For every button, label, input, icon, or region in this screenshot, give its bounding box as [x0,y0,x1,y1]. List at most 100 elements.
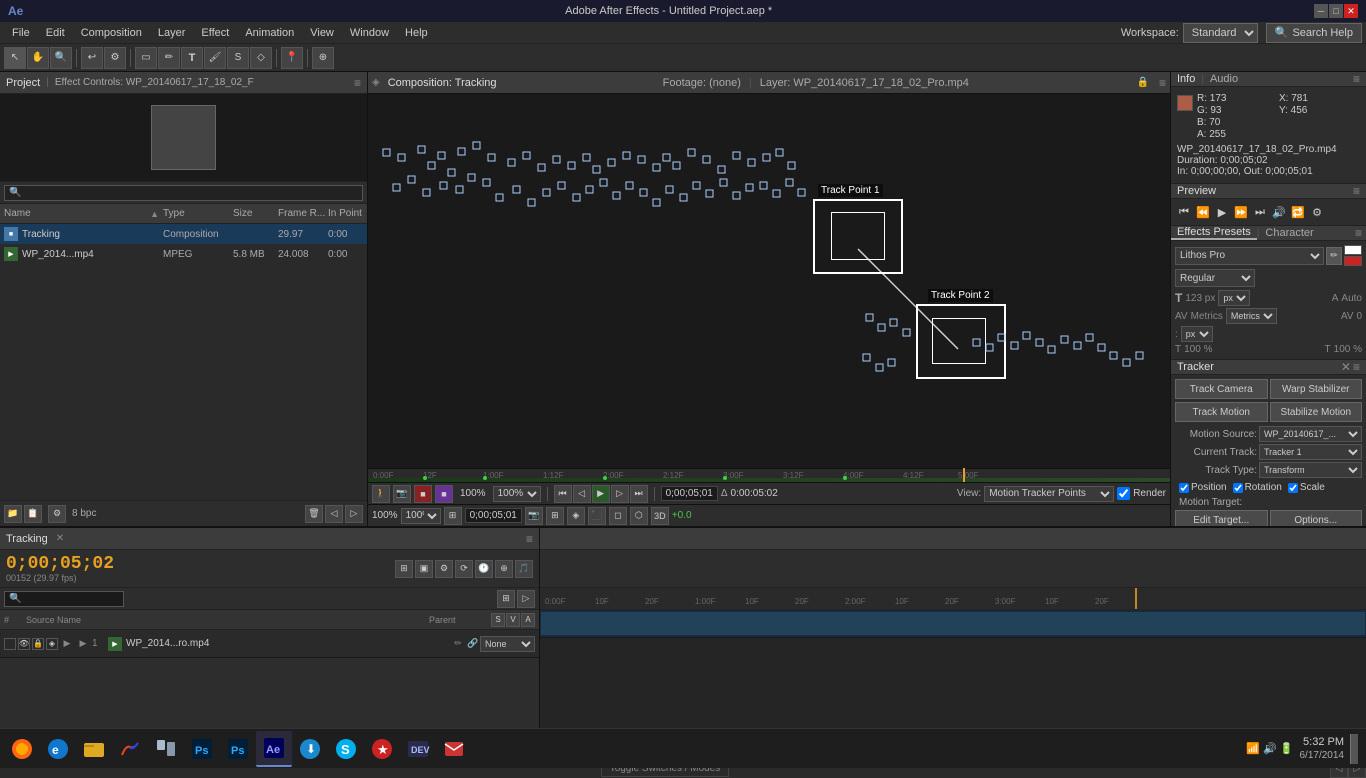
close-timeline-tab[interactable]: ✕ [56,533,64,544]
size-unit-select[interactable]: px [1218,290,1250,306]
menu-effect[interactable]: Effect [193,25,237,41]
taskbar-skype[interactable]: S [328,731,364,767]
step-fwd-btn[interactable]: ▷ [611,485,629,503]
stabilize-motion-btn[interactable]: Stabilize Motion [1270,402,1363,422]
project-tab[interactable]: Project [6,77,40,89]
taskbar-mail[interactable] [436,731,472,767]
tl-search-btn2[interactable]: ▷ [517,590,535,608]
render-checkbox[interactable] [1117,487,1130,500]
menu-animation[interactable]: Animation [237,25,302,41]
channel-btn[interactable]: ◈ [567,507,585,525]
3d-btn[interactable]: 3D [651,507,669,525]
tool-text[interactable]: T [181,47,203,69]
scale-checkbox[interactable] [1288,483,1298,493]
prev-step-back[interactable]: ⏪ [1194,203,1212,221]
effect-controls-tab[interactable]: Effect Controls: WP_20140617_17_18_02_F [55,77,254,88]
effects-menu[interactable]: ≡ [1355,226,1362,240]
bg-color-swatch[interactable] [1344,256,1362,266]
layer-solo[interactable] [4,638,16,650]
show-desktop-btn[interactable] [1350,734,1358,764]
tool-camera[interactable]: ⚙ [104,47,126,69]
frame-size-icon[interactable]: ⊞ [444,507,462,525]
track-type-select[interactable]: Transform [1259,462,1362,478]
timeline-menu[interactable]: ≡ [526,532,533,546]
tl-search-btn1[interactable]: ⊞ [497,590,515,608]
project-search-input[interactable] [4,185,363,201]
tool-extra[interactable]: ⊕ [312,47,334,69]
play-btn[interactable]: ▶ [592,485,610,503]
tracker-title[interactable]: Tracker [1177,361,1214,373]
close-btn[interactable]: ✕ [1344,4,1358,18]
snapshot-btn[interactable]: 📷 [393,485,411,503]
comp-zoom-select[interactable]: 100% [493,486,541,502]
current-time[interactable]: 0;00;05;01 [661,486,718,501]
tool-clone[interactable]: S [227,47,249,69]
prev-settings[interactable]: ⚙ [1308,203,1326,221]
prev-loop[interactable]: 🔁 [1289,203,1307,221]
taskbar-matlab[interactable] [112,731,148,767]
taskbar-ae[interactable]: Ae [256,731,292,767]
go-start-btn[interactable]: ⏮ [554,485,572,503]
info-menu[interactable]: ≡ [1353,72,1360,86]
opacity-btn[interactable]: ◻ [609,507,627,525]
current-track-select[interactable]: Tracker 1 [1259,444,1362,460]
menu-file[interactable]: File [4,25,38,41]
file-row-video[interactable]: ▶ WP_2014...mp4 MPEG 5.8 MB 24.008 0:00 [0,244,367,264]
comp-timecode2[interactable]: 0;00;05;01 [465,508,522,523]
tool-pin[interactable]: 📍 [281,47,303,69]
lock-icon[interactable]: 🔒 [1135,75,1151,91]
layer-shy[interactable]: ◈ [46,638,58,650]
prev-audio[interactable]: 🔊 [1270,203,1288,221]
comp-zoom-select2[interactable]: 100% [401,508,441,524]
tl-tool5[interactable]: 🕐 [475,560,493,578]
position-checkbox[interactable] [1179,483,1189,493]
comp-menu-icon[interactable]: ≡ [1159,76,1166,90]
grid-btn[interactable]: ⊞ [546,507,564,525]
layer-eye[interactable]: 👁 [18,638,30,650]
options-btn[interactable]: Options... [1270,510,1363,526]
edit-target-btn[interactable]: Edit Target... [1175,510,1268,526]
col-shy[interactable]: S [491,613,505,627]
menu-view[interactable]: View [302,25,342,41]
tool-zoom[interactable]: 🔍 [50,47,72,69]
layer-row-1[interactable]: 👁 🔒 ◈ ▶ ▶ 1 ▶ WP_2014...ro.mp4 ✏ 🔗 None [0,630,539,658]
layer-edit-btn[interactable]: ✏ [451,637,465,651]
info-tab[interactable]: Info [1177,73,1195,85]
font-style-select[interactable]: Regular [1175,269,1255,287]
col-audio[interactable]: A [521,613,535,627]
font-select[interactable]: Lithos Pro [1175,247,1324,265]
maximize-btn[interactable]: □ [1329,4,1343,18]
clock-display[interactable]: 5:32 PM 6/17/2014 [1300,735,1345,762]
taskbar-misc[interactable]: ★ [364,731,400,767]
exposure-btn[interactable]: ⬡ [630,507,648,525]
comp-tab[interactable]: Composition: Tracking [388,77,497,89]
new-comp-btn[interactable]: 📋 [24,505,42,523]
timecode-display[interactable]: 0;00;05;02 00152 (29.97 fps) [6,555,114,583]
menu-composition[interactable]: Composition [73,25,150,41]
tool-brush[interactable]: 🖌 [204,47,226,69]
comp-color-btn[interactable]: ■ [435,485,453,503]
tool-hand[interactable]: ✋ [27,47,49,69]
menu-help[interactable]: Help [397,25,436,41]
effects-presets-tab[interactable]: Effects Presets [1171,226,1257,240]
nav-right[interactable]: ▷ [345,505,363,523]
walk-tool[interactable]: 🚶 [372,485,390,503]
footage-tab[interactable]: Footage: (none) [663,77,741,89]
prev-play[interactable]: ▶ [1213,203,1231,221]
file-row-tracking[interactable]: ■ Tracking Composition 29.97 0:00 [0,224,367,244]
taskbar-dev[interactable]: DEV [400,731,436,767]
px-select[interactable]: px [1181,326,1213,342]
tracker-menu2[interactable]: ≡ [1353,360,1360,374]
font-picker-btn[interactable]: ✏ [1326,247,1342,265]
view-mode-select[interactable]: Motion Tracker Points [984,486,1114,502]
comp-viewer[interactable]: Track Point 1 Track Point 2 [368,94,1170,468]
tracker-menu[interactable]: ✕ [1341,360,1351,374]
tool-eraser[interactable]: ◇ [250,47,272,69]
metrics-select[interactable]: Metrics [1226,308,1277,324]
parent-dropdown[interactable]: 🔗 None [467,636,535,652]
cam-icon[interactable]: 📷 [525,507,543,525]
prev-step-fwd[interactable]: ⏩ [1232,203,1250,221]
taskbar-ps2[interactable]: Ps [220,731,256,767]
taskbar-files[interactable] [148,731,184,767]
taskbar-ps1[interactable]: Ps [184,731,220,767]
